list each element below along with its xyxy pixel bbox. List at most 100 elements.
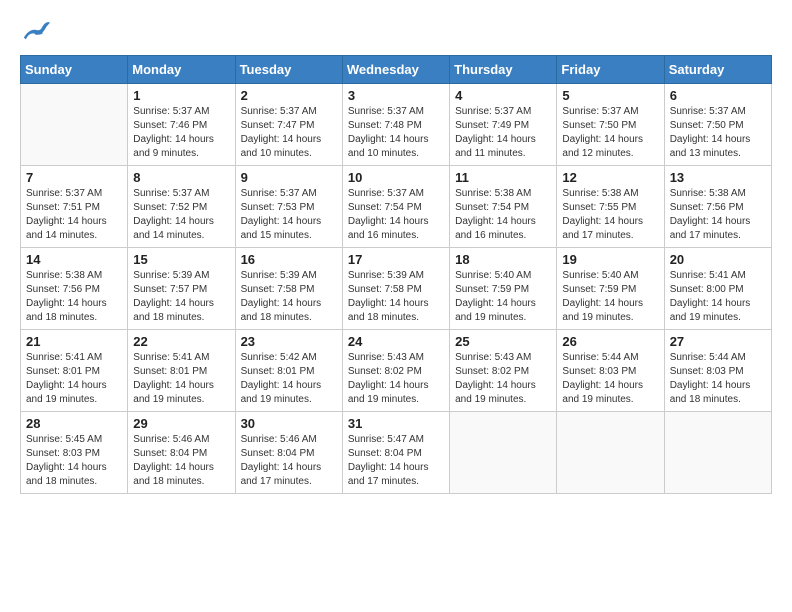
day-number: 19 (562, 252, 658, 267)
day-number: 28 (26, 416, 122, 431)
day-number: 12 (562, 170, 658, 185)
calendar-week-row: 14 Sunrise: 5:38 AMSunset: 7:56 PMDayligh… (21, 248, 772, 330)
day-info: Sunrise: 5:41 AMSunset: 8:01 PMDaylight:… (133, 351, 229, 407)
day-number: 11 (455, 170, 551, 185)
calendar-day-cell: 4Sunrise: 5:37 AMSunset: 7:49 PMDaylight… (450, 84, 557, 166)
day-info: Sunrise: 5:42 AMSunset: 8:01 PMDaylight:… (241, 351, 337, 407)
calendar-day-cell: 16Sunrise: 5:39 AMSunset: 7:58 PMDayligh… (235, 248, 342, 330)
day-number: 31 (348, 416, 444, 431)
calendar-day-cell: 28 Sunrise: 5:45 AMSunset: 8:03 PMDayligh… (21, 412, 128, 494)
calendar-day-cell: 19Sunrise: 5:40 AMSunset: 7:59 PMDayligh… (557, 248, 664, 330)
header (20, 16, 772, 47)
calendar-day-cell (557, 412, 664, 494)
calendar-day-cell: 11 Sunrise: 5:38 AMSunset: 7:54 PMDayligh… (450, 166, 557, 248)
calendar-day-cell: 21 Sunrise: 5:41 AMSunset: 8:01 PMDayligh… (21, 330, 128, 412)
day-info: Sunrise: 5:39 AMSunset: 7:58 PMDaylight:… (348, 269, 444, 325)
day-info: Sunrise: 5:38 AMSunset: 7:56 PMDaylight:… (670, 187, 766, 243)
day-info: Sunrise: 5:39 AMSunset: 7:57 PMDaylight:… (133, 269, 229, 325)
day-info: Sunrise: 5:46 AMSunset: 8:04 PMDaylight:… (241, 433, 337, 489)
day-info: Sunrise: 5:40 AMSunset: 7:59 PMDaylight:… (455, 269, 551, 325)
calendar-day-cell: 13 Sunrise: 5:38 AMSunset: 7:56 PMDayligh… (664, 166, 771, 248)
calendar-day-cell: 15Sunrise: 5:39 AMSunset: 7:57 PMDayligh… (128, 248, 235, 330)
day-of-week-header: Friday (557, 56, 664, 84)
calendar-header-row: SundayMondayTuesdayWednesdayThursdayFrid… (21, 56, 772, 84)
day-number: 14 (26, 252, 122, 267)
calendar-day-cell: 18Sunrise: 5:40 AMSunset: 7:59 PMDayligh… (450, 248, 557, 330)
day-number: 13 (670, 170, 766, 185)
day-number: 29 (133, 416, 229, 431)
day-info: Sunrise: 5:38 AMSunset: 7:56 PMDaylight:… (26, 269, 122, 325)
calendar-day-cell: 5 Sunrise: 5:37 AMSunset: 7:50 PMDaylight… (557, 84, 664, 166)
logo (20, 20, 52, 47)
calendar-day-cell: 20 Sunrise: 5:41 AMSunset: 8:00 PMDayligh… (664, 248, 771, 330)
calendar-day-cell: 27 Sunrise: 5:44 AMSunset: 8:03 PMDayligh… (664, 330, 771, 412)
day-number: 27 (670, 334, 766, 349)
calendar-day-cell (21, 84, 128, 166)
day-of-week-header: Saturday (664, 56, 771, 84)
calendar: SundayMondayTuesdayWednesdayThursdayFrid… (20, 55, 772, 494)
day-info: Sunrise: 5:44 AMSunset: 8:03 PMDaylight:… (562, 351, 658, 407)
calendar-day-cell: 22 Sunrise: 5:41 AMSunset: 8:01 PMDayligh… (128, 330, 235, 412)
calendar-week-row: 7 Sunrise: 5:37 AMSunset: 7:51 PMDaylight… (21, 166, 772, 248)
day-number: 3 (348, 88, 444, 103)
day-info: Sunrise: 5:37 AMSunset: 7:52 PMDaylight:… (133, 187, 229, 243)
day-number: 8 (133, 170, 229, 185)
calendar-day-cell: 12 Sunrise: 5:38 AMSunset: 7:55 PMDayligh… (557, 166, 664, 248)
day-number: 24 (348, 334, 444, 349)
day-info: Sunrise: 5:37 AMSunset: 7:47 PMDaylight:… (241, 105, 337, 161)
day-number: 25 (455, 334, 551, 349)
day-info: Sunrise: 5:37 AMSunset: 7:46 PMDaylight:… (133, 105, 229, 161)
day-info: Sunrise: 5:39 AMSunset: 7:58 PMDaylight:… (241, 269, 337, 325)
calendar-day-cell: 10 Sunrise: 5:37 AMSunset: 7:54 PMDayligh… (342, 166, 449, 248)
day-info: Sunrise: 5:47 AMSunset: 8:04 PMDaylight:… (348, 433, 444, 489)
day-info: Sunrise: 5:37 AMSunset: 7:48 PMDaylight:… (348, 105, 444, 161)
day-number: 21 (26, 334, 122, 349)
calendar-day-cell: 6 Sunrise: 5:37 AMSunset: 7:50 PMDaylight… (664, 84, 771, 166)
day-info: Sunrise: 5:38 AMSunset: 7:55 PMDaylight:… (562, 187, 658, 243)
day-number: 7 (26, 170, 122, 185)
calendar-week-row: 21 Sunrise: 5:41 AMSunset: 8:01 PMDayligh… (21, 330, 772, 412)
day-info: Sunrise: 5:38 AMSunset: 7:54 PMDaylight:… (455, 187, 551, 243)
calendar-day-cell: 31 Sunrise: 5:47 AMSunset: 8:04 PMDayligh… (342, 412, 449, 494)
day-number: 4 (455, 88, 551, 103)
day-info: Sunrise: 5:37 AMSunset: 7:54 PMDaylight:… (348, 187, 444, 243)
calendar-day-cell: 24 Sunrise: 5:43 AMSunset: 8:02 PMDayligh… (342, 330, 449, 412)
day-number: 26 (562, 334, 658, 349)
day-number: 22 (133, 334, 229, 349)
day-number: 30 (241, 416, 337, 431)
day-info: Sunrise: 5:41 AMSunset: 8:00 PMDaylight:… (670, 269, 766, 325)
day-info: Sunrise: 5:43 AMSunset: 8:02 PMDaylight:… (348, 351, 444, 407)
calendar-day-cell: 9 Sunrise: 5:37 AMSunset: 7:53 PMDaylight… (235, 166, 342, 248)
day-number: 23 (241, 334, 337, 349)
day-number: 2 (241, 88, 337, 103)
calendar-day-cell: 30 Sunrise: 5:46 AMSunset: 8:04 PMDayligh… (235, 412, 342, 494)
calendar-day-cell (664, 412, 771, 494)
day-info: Sunrise: 5:37 AMSunset: 7:50 PMDaylight:… (562, 105, 658, 161)
calendar-day-cell: 2 Sunrise: 5:37 AMSunset: 7:47 PMDaylight… (235, 84, 342, 166)
calendar-day-cell: 17Sunrise: 5:39 AMSunset: 7:58 PMDayligh… (342, 248, 449, 330)
day-number: 5 (562, 88, 658, 103)
calendar-day-cell (450, 412, 557, 494)
calendar-day-cell: 29Sunrise: 5:46 AMSunset: 8:04 PMDayligh… (128, 412, 235, 494)
day-info: Sunrise: 5:41 AMSunset: 8:01 PMDaylight:… (26, 351, 122, 407)
day-of-week-header: Thursday (450, 56, 557, 84)
calendar-day-cell: 14 Sunrise: 5:38 AMSunset: 7:56 PMDayligh… (21, 248, 128, 330)
calendar-day-cell: 7 Sunrise: 5:37 AMSunset: 7:51 PMDaylight… (21, 166, 128, 248)
day-number: 10 (348, 170, 444, 185)
day-info: Sunrise: 5:37 AMSunset: 7:53 PMDaylight:… (241, 187, 337, 243)
calendar-day-cell: 26 Sunrise: 5:44 AMSunset: 8:03 PMDayligh… (557, 330, 664, 412)
calendar-day-cell: 23 Sunrise: 5:42 AMSunset: 8:01 PMDayligh… (235, 330, 342, 412)
day-info: Sunrise: 5:44 AMSunset: 8:03 PMDaylight:… (670, 351, 766, 407)
day-number: 20 (670, 252, 766, 267)
logo-bird-icon (22, 20, 50, 42)
day-info: Sunrise: 5:43 AMSunset: 8:02 PMDaylight:… (455, 351, 551, 407)
day-number: 9 (241, 170, 337, 185)
day-of-week-header: Wednesday (342, 56, 449, 84)
day-number: 6 (670, 88, 766, 103)
day-of-week-header: Monday (128, 56, 235, 84)
day-of-week-header: Tuesday (235, 56, 342, 84)
calendar-day-cell: 25 Sunrise: 5:43 AMSunset: 8:02 PMDayligh… (450, 330, 557, 412)
day-info: Sunrise: 5:45 AMSunset: 8:03 PMDaylight:… (26, 433, 122, 489)
day-info: Sunrise: 5:37 AMSunset: 7:51 PMDaylight:… (26, 187, 122, 243)
day-info: Sunrise: 5:37 AMSunset: 7:50 PMDaylight:… (670, 105, 766, 161)
